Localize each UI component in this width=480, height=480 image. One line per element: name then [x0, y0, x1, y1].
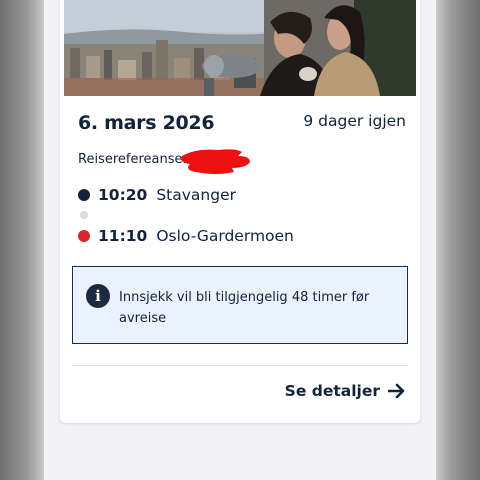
departure-time: 10:20 — [98, 186, 148, 204]
city-photo-illustration — [64, 0, 416, 96]
arrival-stop: 11:10 Oslo-Gardermoen — [78, 227, 294, 245]
checkin-notice: i Innsjekk vil bli tilgjengelig 48 timer… — [72, 266, 408, 344]
arrival-place: Oslo-Gardermoen — [156, 227, 294, 245]
trip-card[interactable]: 6. mars 2026 9 dager igjen Reisereferean… — [60, 0, 420, 423]
departure-dot-icon — [78, 189, 90, 201]
departure-place: Stavanger — [156, 186, 237, 204]
reference-redaction-scribble — [181, 149, 250, 174]
app-screen: 6. mars 2026 9 dager igjen Reisereferean… — [44, 0, 436, 480]
booking-reference-label: Reiserefereanse: — [78, 152, 187, 167]
card-divider — [72, 365, 408, 366]
arrival-time: 11:10 — [98, 227, 148, 245]
arrival-dot-icon — [78, 230, 90, 242]
departure-stop: 10:20 Stavanger — [78, 186, 236, 204]
see-details-label[interactable]: Se detaljer — [285, 382, 380, 400]
destination-photo — [64, 0, 416, 96]
arrow-right-icon[interactable] — [388, 383, 406, 399]
info-icon: i — [86, 284, 110, 308]
days-remaining: 9 dager igjen — [303, 112, 406, 130]
trip-date: 6. mars 2026 — [78, 112, 215, 134]
checkin-notice-text: Innsjekk vil bli tilgjengelig 48 timer f… — [119, 290, 370, 326]
route-connector-dot — [80, 211, 88, 219]
see-details-link[interactable]: Se detaljer — [285, 382, 406, 400]
